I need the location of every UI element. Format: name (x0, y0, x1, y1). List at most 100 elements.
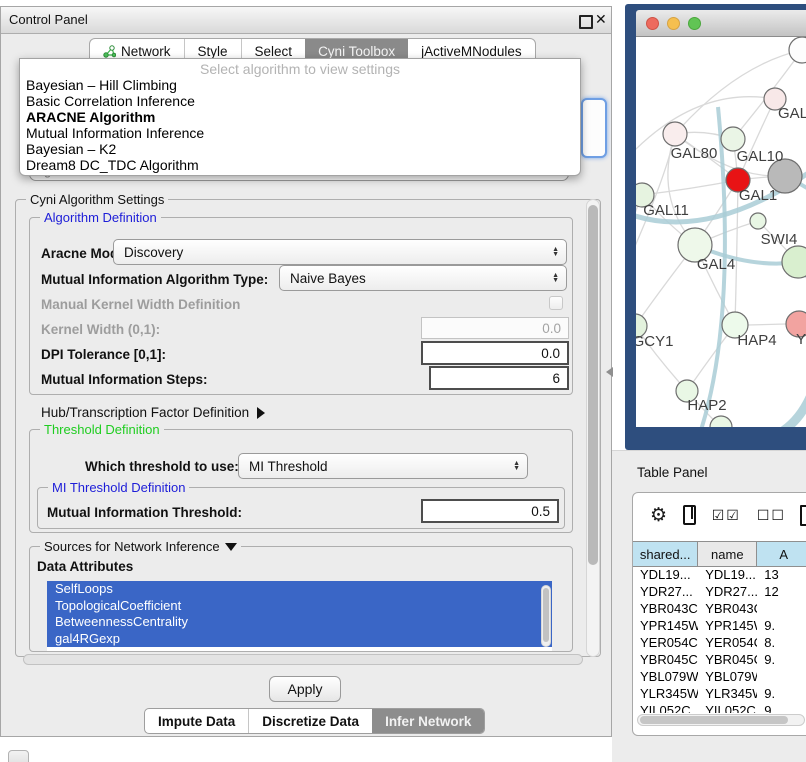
manual-kernel-checkbox[interactable] (549, 296, 563, 310)
tab-label: jActiveMNodules (421, 44, 522, 59)
node-label: Y (796, 331, 806, 348)
table-cell: YDR27... (698, 583, 757, 600)
table-row[interactable]: YBR043CYBR043C (633, 600, 806, 617)
network-window-titlebar[interactable] (636, 10, 806, 37)
table-cell: YIL052C (633, 702, 698, 713)
algorithm-option-aracne-algorithm[interactable]: ARACNE Algorithm (20, 109, 580, 125)
algorithm-option-bayesian-k2[interactable]: Bayesian – K2 (20, 141, 580, 157)
network-canvas[interactable]: GALGAL80GAL10GAL1GAL11SWI4GAL4GCY1HAP4YH… (636, 37, 806, 427)
settings-horizontal-scrollbar[interactable] (23, 654, 583, 665)
dpi-tolerance-input[interactable]: 0.0 (421, 341, 569, 365)
focused-combo-fragment[interactable] (581, 98, 607, 158)
table-row[interactable]: YER054CYER054C8. (633, 634, 806, 651)
network-view-window[interactable]: GALGAL80GAL10GAL1GAL11SWI4GAL4GCY1HAP4YH… (625, 4, 806, 450)
table-cell: YLR345W (698, 685, 757, 702)
tab-impute-data[interactable]: Impute Data (145, 709, 248, 733)
sources-group-title: Sources for Network Inference (40, 539, 241, 554)
table-cell: YBL079W (698, 668, 757, 685)
table-cell: YDL19... (633, 566, 698, 583)
network-node[interactable] (663, 122, 687, 146)
document-icon[interactable] (800, 505, 806, 526)
algorithm-option-bayesian-hill-climbing[interactable]: Bayesian – Hill Climbing (20, 77, 580, 93)
collapse-arrow-icon[interactable] (225, 543, 237, 551)
tab-discretize-data[interactable]: Discretize Data (248, 709, 372, 733)
table-cell: 9. (757, 651, 806, 668)
hub-definition-section[interactable]: Hub/Transcription Factor Definition (41, 405, 265, 420)
data-attributes-list[interactable]: SelfLoopsTopologicalCoefficientBetweenne… (47, 581, 552, 651)
algorithm-option-dream8-dc-tdc-algorithm[interactable]: Dream8 DC_TDC Algorithm (20, 157, 580, 173)
mi-type-label: Mutual Information Algorithm Type: (41, 272, 268, 287)
node-label: GAL80 (671, 145, 718, 162)
minimize-traffic-light-icon[interactable] (667, 17, 680, 30)
table-cell (757, 600, 806, 617)
kernel-width-label: Kernel Width (0,1): (41, 322, 160, 337)
split-columns-icon[interactable] (683, 505, 696, 525)
attribute-item-betweennesscentrality[interactable]: BetweennessCentrality (47, 614, 552, 631)
network-edge[interactable] (636, 195, 642, 297)
table-body: YDL19...YDL19...13YDR27...YDR27...12YBR0… (633, 566, 806, 713)
tab-label: Network (121, 44, 171, 59)
table-row[interactable]: YPR145WYPR145W9. (633, 617, 806, 634)
which-threshold-value: MI Threshold (249, 459, 328, 474)
scrollbar-thumb[interactable] (588, 205, 598, 565)
kernel-width-input[interactable]: 0.0 (421, 317, 569, 339)
settings-gear-icon[interactable]: ⚙ (650, 504, 667, 527)
table-horizontal-scrollbar[interactable] (637, 714, 805, 726)
manual-kernel-label: Manual Kernel Width Definition (41, 297, 240, 312)
sources-group-title-text: Sources for Network Inference (44, 539, 220, 554)
table-row[interactable]: YBL079WYBL079W (633, 668, 806, 685)
scrollbar-thumb[interactable] (640, 716, 788, 724)
scrollbar-thumb[interactable] (543, 588, 549, 642)
network-graph: GALGAL80GAL10GAL1GAL11SWI4GAL4GCY1HAP4YH… (636, 37, 806, 427)
control-panel-titlebar[interactable] (1, 7, 611, 34)
threshold-definition-title: Threshold Definition (40, 422, 164, 437)
network-edge[interactable] (735, 180, 738, 325)
table-row[interactable]: YBR045CYBR045C9. (633, 651, 806, 668)
combo-arrows-icon: ▲▼ (552, 247, 559, 258)
deselect-columns-icon[interactable]: ☐☐ (757, 507, 786, 524)
attribute-item-gal4rgexp[interactable]: gal4RGexp (47, 631, 552, 648)
algorithm-option-basic-correlation-inference[interactable]: Basic Correlation Inference (20, 93, 580, 109)
network-node[interactable] (789, 37, 806, 63)
float-window-icon[interactable] (579, 15, 593, 29)
table-row[interactable]: YLR345WYLR345W9. (633, 685, 806, 702)
attribute-item-selfloops[interactable]: SelfLoops (47, 581, 552, 598)
table-row[interactable]: YIL052CYIL052C9 (633, 702, 806, 713)
column-header-a[interactable]: A (757, 542, 806, 566)
network-node[interactable] (710, 416, 732, 427)
node-label: GCY1 (636, 333, 673, 350)
algorithm-definition-title: Algorithm Definition (40, 210, 161, 225)
network-node[interactable] (750, 213, 766, 229)
network-node[interactable] (782, 246, 806, 278)
algorithm-option-mutual-information-inference[interactable]: Mutual Information Inference (20, 125, 580, 141)
minimized-panel-button[interactable] (8, 750, 29, 762)
apply-button-label: Apply (287, 681, 322, 697)
table-row[interactable]: YDR27...YDR27...12 (633, 583, 806, 600)
table-cell: YLR345W (633, 685, 698, 702)
apply-button[interactable]: Apply (269, 676, 341, 702)
select-all-columns-icon[interactable]: ☑☑ (712, 507, 741, 524)
which-threshold-combo[interactable]: MI Threshold ▲▼ (238, 453, 528, 479)
expand-arrow-icon[interactable] (257, 407, 265, 419)
table-cell: YBR045C (698, 651, 757, 668)
network-edge-highlighted[interactable] (762, 365, 806, 427)
attribute-item-topologicalcoefficient[interactable]: TopologicalCoefficient (47, 598, 552, 615)
column-header-shared[interactable]: shared... (633, 542, 698, 566)
mi-steps-input[interactable]: 6 (429, 366, 569, 390)
attributes-vertical-scrollbar[interactable] (541, 585, 551, 647)
aracne-mode-value: Discovery (124, 245, 183, 260)
settings-vertical-scrollbar[interactable] (586, 199, 600, 657)
column-header-name[interactable]: name (698, 542, 757, 566)
mi-threshold-input[interactable]: 0.5 (421, 499, 559, 523)
tab-infer-network[interactable]: Infer Network (372, 709, 484, 733)
panel-splitter-handle[interactable] (606, 367, 613, 377)
tab-label: Style (198, 44, 228, 59)
aracne-mode-combo[interactable]: Discovery ▲▼ (113, 239, 567, 265)
close-window-icon[interactable]: ✕ (595, 11, 607, 28)
close-traffic-light-icon[interactable] (646, 17, 659, 30)
mi-type-combo[interactable]: Naive Bayes ▲▼ (279, 265, 567, 291)
mi-type-value: Naive Bayes (290, 271, 366, 286)
network-edge[interactable] (748, 324, 786, 325)
table-row[interactable]: YDL19...YDL19...13 (633, 566, 806, 583)
zoom-traffic-light-icon[interactable] (688, 17, 701, 30)
